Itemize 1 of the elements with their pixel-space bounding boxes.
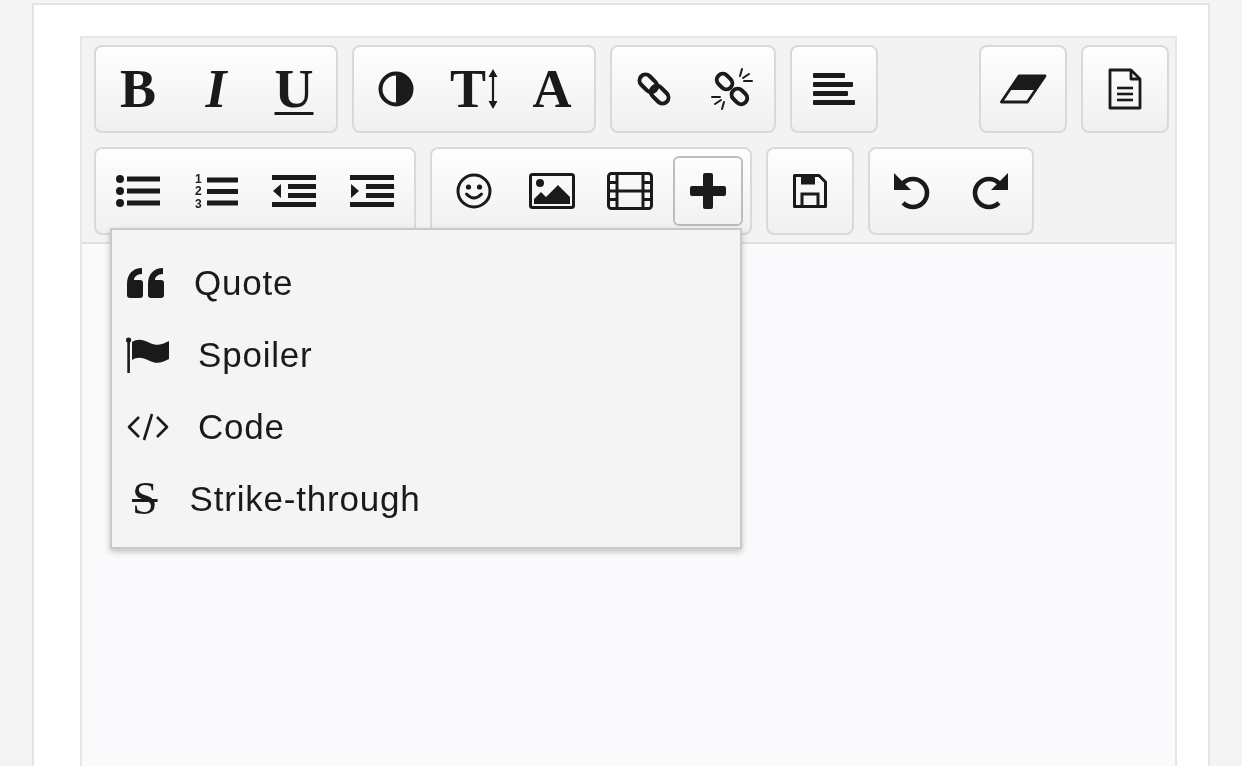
strikethrough-icon: S [132, 476, 158, 522]
